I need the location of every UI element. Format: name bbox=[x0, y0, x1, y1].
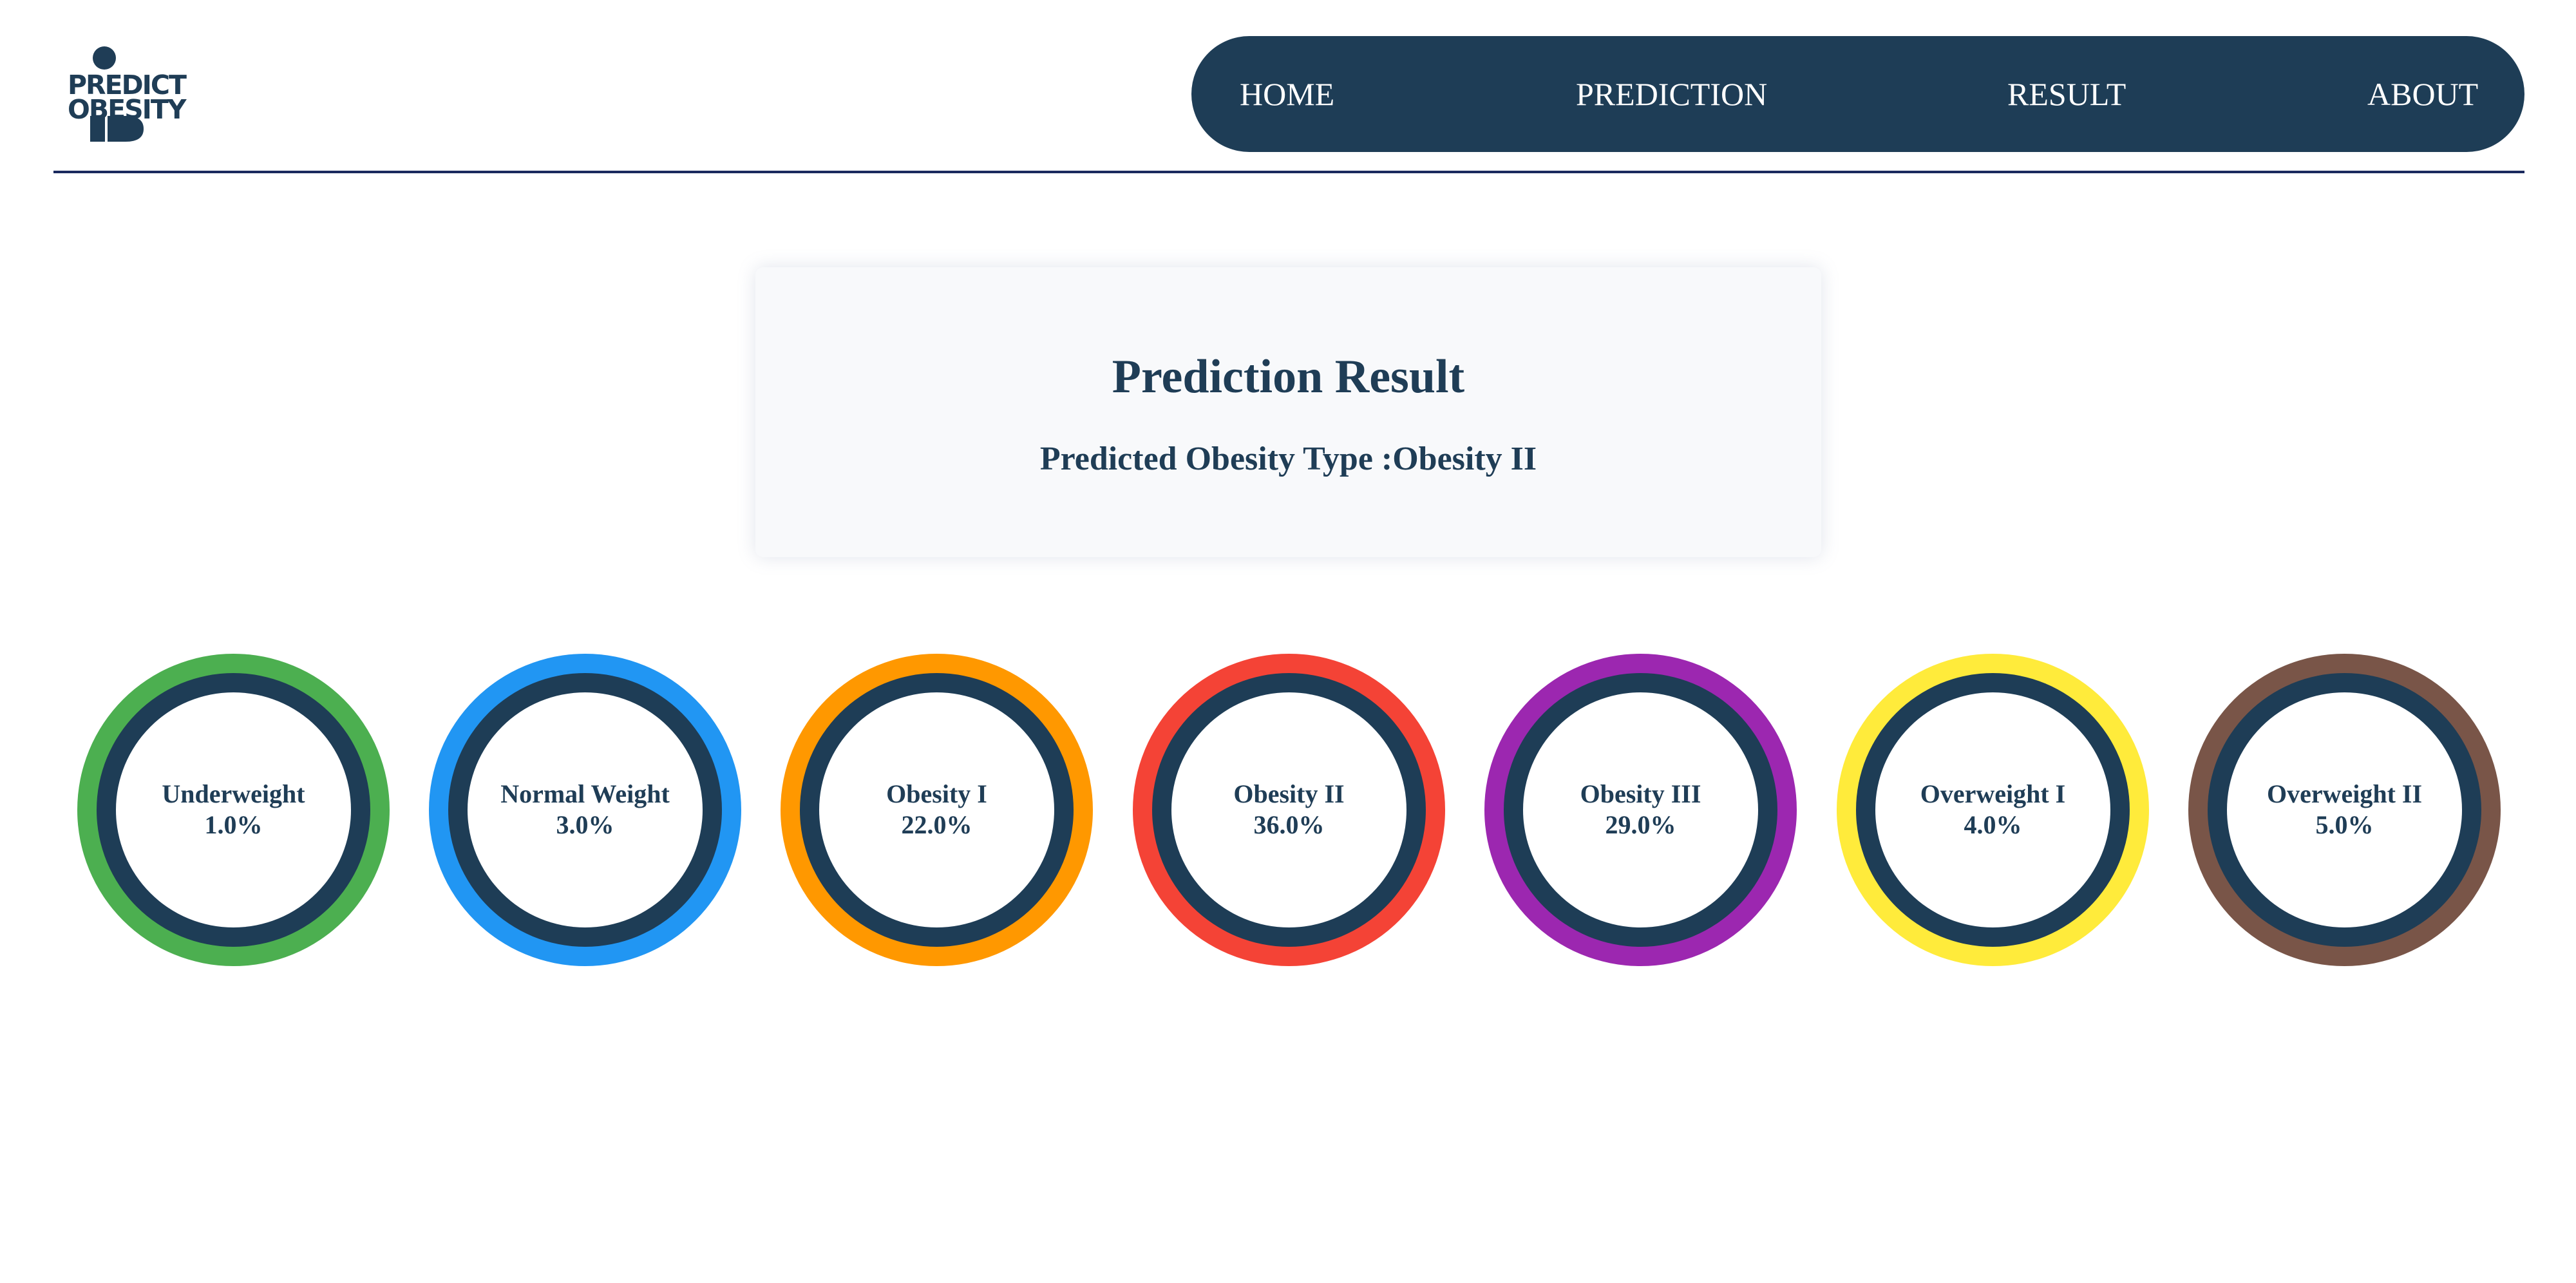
ring-label: Underweight bbox=[162, 779, 305, 808]
ring-value: 5.0% bbox=[2315, 810, 2374, 839]
ring-normal-weight: Normal Weight 3.0% bbox=[429, 654, 741, 966]
category-rings: Underweight 1.0% Normal Weight 3.0% Obes… bbox=[0, 654, 2576, 966]
nav-bar: HOME PREDICTION RESULT ABOUT bbox=[1191, 36, 2524, 152]
ring-obesity-iii: Obesity III 29.0% bbox=[1484, 654, 1797, 966]
ring-value: 4.0% bbox=[1964, 810, 2022, 839]
ring-label: Overweight I bbox=[1920, 779, 2066, 808]
ring-obesity-ii: Obesity II 36.0% bbox=[1133, 654, 1445, 966]
ring-label: Obesity II bbox=[1233, 779, 1345, 808]
nav-prediction-link[interactable]: PREDICTION bbox=[1576, 36, 1767, 152]
nav-about-link[interactable]: ABOUT bbox=[2367, 36, 2478, 152]
header-divider bbox=[53, 171, 2524, 173]
ring-value: 1.0% bbox=[204, 810, 263, 839]
page: PREDICT OBESITY HOME PREDICTION RESULT A… bbox=[0, 0, 2576, 1283]
result-title: Prediction Result bbox=[1112, 350, 1465, 403]
ring-value: 3.0% bbox=[556, 810, 614, 839]
logo-text-obesity: OBESITY bbox=[68, 94, 187, 125]
ring-value: 22.0% bbox=[901, 810, 972, 839]
ring-overweight-i: Overweight I 4.0% bbox=[1837, 654, 2149, 966]
ring-label: Normal Weight bbox=[500, 779, 670, 808]
result-card: Prediction Result Predicted Obesity Type… bbox=[755, 267, 1821, 557]
nav-home-link[interactable]: HOME bbox=[1240, 36, 1334, 152]
nav-result-link[interactable]: RESULT bbox=[2007, 36, 2126, 152]
ring-obesity-i: Obesity I 22.0% bbox=[781, 654, 1093, 966]
logo[interactable]: PREDICT OBESITY bbox=[68, 45, 187, 148]
ring-value: 36.0% bbox=[1253, 810, 1325, 839]
ring-label: Overweight II bbox=[2266, 779, 2423, 808]
predicted-type-text: Predicted Obesity Type :Obesity II bbox=[1039, 441, 1537, 477]
ring-overweight-ii: Overweight II 5.0% bbox=[2188, 654, 2501, 966]
ring-value: 29.0% bbox=[1605, 810, 1676, 839]
ring-label: Obesity III bbox=[1580, 779, 1701, 808]
ring-underweight: Underweight 1.0% bbox=[77, 654, 390, 966]
ring-label: Obesity I bbox=[886, 779, 987, 808]
